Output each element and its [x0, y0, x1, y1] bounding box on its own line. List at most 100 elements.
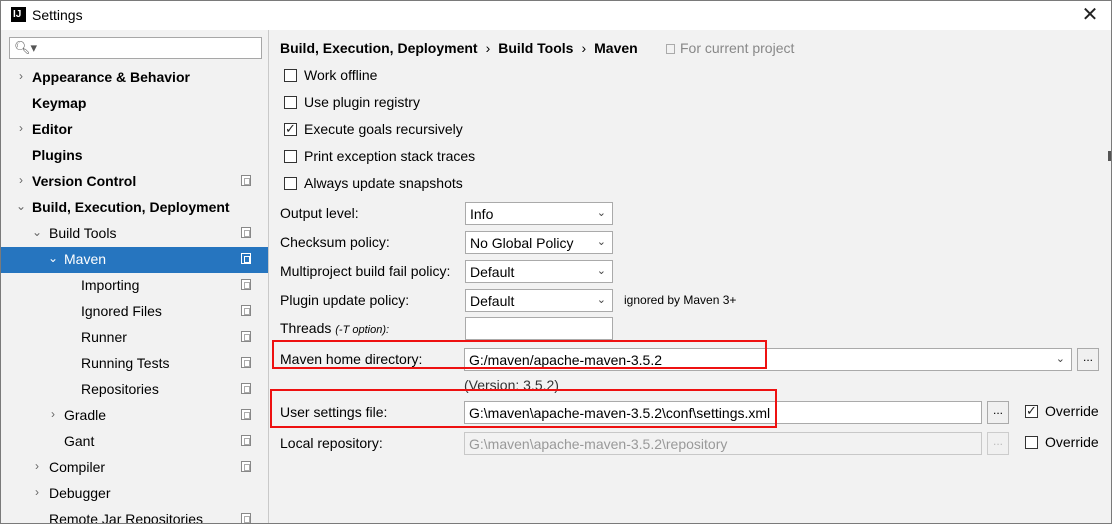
threads-label: Threads (-T option):: [280, 320, 389, 336]
chevron-down-icon: ⌄: [596, 265, 606, 277]
settings-sidebar: 🔍︎▾ › Appearance & Behavior Keymap › Editor P…: [1, 30, 269, 524]
sidebar-item-label: Appearance & Behavior: [32, 69, 190, 85]
sidebar-item[interactable]: › Debugger: [1, 481, 268, 507]
checkbox[interactable]: [284, 121, 297, 137]
policy-select[interactable]: Info ⌄: [465, 202, 613, 225]
policy-select[interactable]: Default ⌄: [465, 260, 613, 283]
sidebar-item-label: Build Tools: [49, 225, 117, 241]
sidebar-item[interactable]: › Compiler: [1, 455, 268, 481]
maven-settings-panel: Build, Execution, Deployment › Build Tools…: [270, 30, 1111, 523]
select-value: Default: [470, 264, 515, 280]
sidebar-item[interactable]: ⌄ Build Tools: [1, 221, 268, 247]
local-repository-input[interactable]: G:\maven\apache-maven-3.5.2\repository: [464, 432, 982, 455]
checkbox[interactable]: [284, 150, 297, 163]
select-label: Multiproject build fail policy:: [280, 263, 451, 279]
sidebar-item[interactable]: › Editor: [1, 117, 268, 143]
sidebar-item[interactable]: ⌄ Build, Execution, Deployment: [1, 195, 268, 221]
checkbox[interactable]: [284, 96, 297, 109]
select-value: Info: [470, 206, 494, 222]
project-icon: [666, 44, 675, 54]
sidebar-item[interactable]: Running Tests: [1, 351, 268, 377]
select-label: Output level:: [280, 205, 359, 221]
breadcrumb-item: Maven: [594, 40, 638, 56]
select-value: No Global Policy: [470, 235, 574, 251]
checkbox[interactable]: [284, 69, 297, 82]
sidebar-item-label: Ignored Files: [81, 303, 162, 319]
sidebar-item[interactable]: Remote Jar Repositories: [1, 507, 268, 524]
sidebar-item-label: Debugger: [49, 485, 111, 501]
sidebar-item[interactable]: Repositories: [1, 377, 268, 403]
chevron-right-icon[interactable]: ›: [31, 459, 43, 473]
sidebar-item[interactable]: Ignored Files: [1, 299, 268, 325]
sidebar-item-label: Runner: [81, 329, 127, 345]
chevron-right-icon[interactable]: ›: [47, 407, 59, 421]
chevron-down-icon[interactable]: ⌄: [31, 225, 43, 239]
sidebar-item[interactable]: Gant: [1, 429, 268, 455]
select-label: Checksum policy:: [280, 234, 390, 250]
maven-version: (Version: 3.5.2): [464, 377, 559, 393]
chevron-right-icon[interactable]: ›: [15, 121, 27, 135]
sidebar-item[interactable]: ⌄ Maven: [1, 247, 268, 273]
sidebar-item[interactable]: Plugins: [1, 143, 268, 169]
chevron-right-icon[interactable]: ›: [15, 69, 27, 83]
sidebar-item[interactable]: Importing: [1, 273, 268, 299]
intellij-app-icon: IJ: [11, 7, 26, 22]
maven-home-browse-button[interactable]: ...: [1077, 348, 1099, 371]
chevron-right-icon[interactable]: ›: [31, 485, 43, 499]
project-scope-icon: [241, 357, 251, 368]
window-edge-marker: [1108, 151, 1111, 161]
policy-select[interactable]: Default ⌄: [465, 289, 613, 312]
project-scope-icon: [241, 435, 251, 446]
sidebar-item-label: Keymap: [32, 95, 87, 111]
chevron-down-icon[interactable]: ⌄: [15, 199, 27, 213]
project-scope-icon: [241, 227, 251, 238]
sidebar-item-label: Compiler: [49, 459, 106, 475]
chevron-down-icon: ⌄: [596, 294, 606, 306]
option-label: Work offline: [304, 67, 378, 83]
override-label: Override: [1045, 403, 1099, 419]
sidebar-item-label: Remote Jar Repositories: [49, 511, 204, 524]
sidebar-item[interactable]: Keymap: [1, 91, 268, 117]
select-value: Default: [470, 293, 515, 309]
current-project-note: For current project: [666, 40, 794, 56]
sidebar-item-label: Plugins: [32, 147, 83, 163]
chevron-down-icon[interactable]: ⌄: [47, 251, 59, 265]
breadcrumb-item: Build, Execution, Deployment: [280, 40, 478, 56]
chevron-right-icon[interactable]: ›: [15, 173, 27, 187]
local-repository-label: Local repository:: [280, 435, 383, 451]
sidebar-item[interactable]: Runner: [1, 325, 268, 351]
current-project-label: For current project: [680, 40, 795, 56]
breadcrumb-separator: ›: [485, 40, 491, 56]
close-icon: ✕: [1081, 4, 1099, 26]
close-button[interactable]: ✕: [1079, 4, 1101, 26]
sidebar-item[interactable]: › Gradle: [1, 403, 268, 429]
policy-select[interactable]: No Global Policy ⌄: [465, 231, 613, 254]
select-label: Plugin update policy:: [280, 292, 410, 308]
option-label: Use plugin registry: [304, 94, 420, 110]
chevron-down-icon: ⌄: [596, 207, 606, 219]
project-scope-icon: [241, 331, 251, 342]
sidebar-item-label: Importing: [81, 277, 140, 293]
project-scope-icon: [241, 383, 251, 394]
sidebar-item-label: Repositories: [81, 381, 159, 397]
project-scope-icon: [241, 409, 251, 420]
chevron-down-icon[interactable]: ⌄: [1056, 352, 1065, 365]
search-icon: 🔍︎▾: [14, 40, 38, 55]
sidebar-item-label: Gradle: [64, 407, 107, 423]
sidebar-item[interactable]: › Appearance & Behavior: [1, 65, 268, 91]
maven-home-combobox[interactable]: G:/maven/apache-maven-3.5.2 ⌄: [464, 348, 1072, 371]
user-settings-label: User settings file:: [280, 404, 388, 420]
threads-input[interactable]: [465, 317, 613, 340]
option-label: Always update snapshots: [304, 175, 463, 191]
checkbox[interactable]: [284, 177, 297, 190]
user-settings-input[interactable]: G:\maven\apache-maven-3.5.2\conf\setting…: [464, 401, 982, 424]
chevron-down-icon: ⌄: [596, 236, 606, 248]
override-label: Override: [1045, 434, 1099, 450]
search-input[interactable]: 🔍︎▾: [9, 37, 262, 59]
local-repository-browse-button[interactable]: ...: [987, 432, 1009, 455]
sidebar-item-label: Editor: [32, 121, 73, 137]
user-settings-browse-button[interactable]: ...: [987, 401, 1009, 424]
sidebar-item[interactable]: › Version Control: [1, 169, 268, 195]
checkbox[interactable]: [1025, 436, 1038, 449]
checkbox[interactable]: [1025, 403, 1038, 419]
